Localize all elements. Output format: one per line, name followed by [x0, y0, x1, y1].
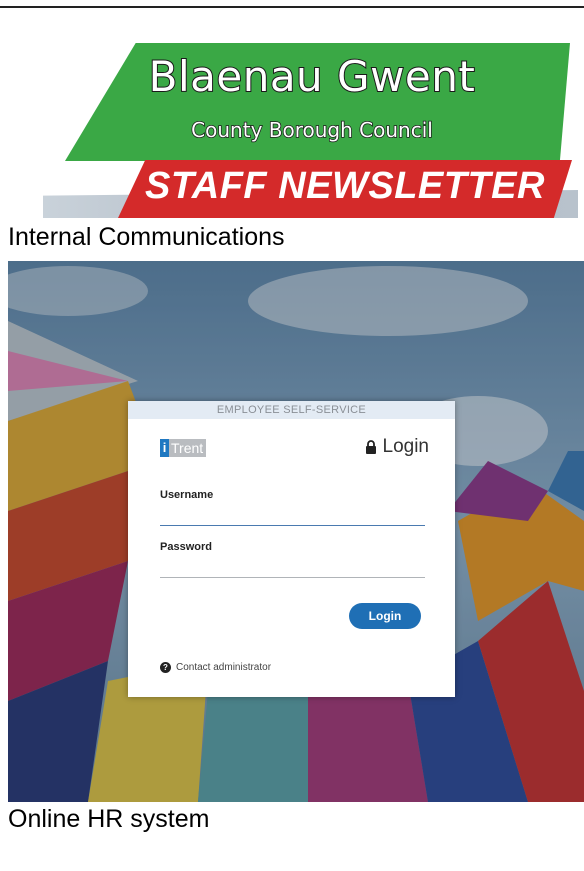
username-label: Username — [160, 489, 214, 501]
newsletter-title: STAFF NEWSLETTER — [145, 165, 545, 207]
council-name: Blaenau Gwent — [148, 51, 476, 102]
login-heading-text: Login — [382, 436, 430, 457]
newsletter-banner: Blaenau Gwent County Borough Council STA… — [0, 0, 584, 225]
question-circle-icon: ? — [160, 662, 171, 673]
itrent-logo-letter: i — [160, 439, 169, 457]
login-button[interactable]: Login — [349, 603, 421, 629]
login-heading: Login — [365, 436, 430, 458]
username-input[interactable] — [160, 505, 425, 526]
section-caption: Internal Communications — [8, 223, 285, 251]
council-subtitle: County Borough Council — [190, 117, 433, 143]
card-header: EMPLOYEE SELF-SERVICE — [128, 401, 455, 419]
password-label: Password — [160, 541, 212, 553]
itrent-logo-word: Trent — [171, 440, 204, 456]
lock-icon — [365, 440, 376, 454]
hr-login-screenshot: EMPLOYEE SELF-SERVICE i Trent Login User… — [8, 261, 584, 802]
contact-administrator-link[interactable]: ? Contact administrator — [160, 662, 271, 673]
login-card: EMPLOYEE SELF-SERVICE i Trent Login User… — [128, 401, 455, 697]
itrent-logo: i Trent — [160, 439, 207, 457]
password-input[interactable] — [160, 557, 425, 578]
image-caption: Online HR system — [8, 805, 210, 833]
contact-administrator-text: Contact administrator — [176, 662, 272, 673]
